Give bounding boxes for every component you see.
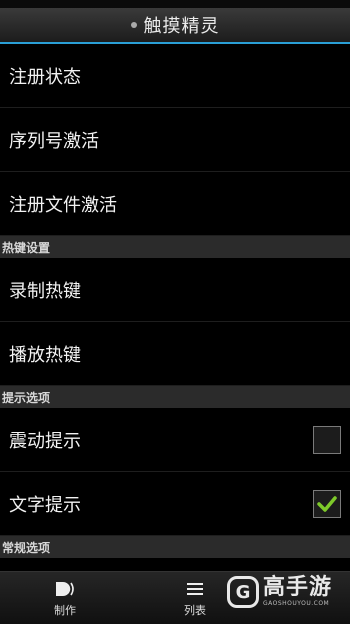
item-label: 序列号激活 bbox=[9, 130, 99, 152]
item-register-status[interactable]: 注册状态 bbox=[0, 44, 350, 108]
title-dot-icon bbox=[130, 22, 137, 28]
vibrate-checkbox[interactable] bbox=[313, 425, 341, 454]
watermark-sub: GAOSHOUYOU.COM bbox=[262, 600, 330, 607]
item-play-hotkey[interactable]: 播放热键 bbox=[0, 322, 350, 386]
page-title: 触摸精灵 bbox=[143, 16, 220, 37]
item-label: 播放热键 bbox=[9, 344, 81, 366]
list-icon bbox=[186, 578, 204, 600]
watermark-logo-icon: G bbox=[226, 576, 259, 608]
item-text-prompt[interactable]: 文字提示 bbox=[0, 472, 350, 536]
tab-label: 列表 bbox=[184, 604, 206, 617]
item-label: 注册文件激活 bbox=[9, 194, 117, 216]
item-label: 震动提示 bbox=[9, 430, 81, 452]
text-prompt-checkbox[interactable] bbox=[313, 489, 341, 518]
item-vibrate-prompt[interactable]: 震动提示 bbox=[0, 408, 350, 472]
item-serial-activate[interactable]: 序列号激活 bbox=[0, 108, 350, 172]
item-label: 文字提示 bbox=[9, 494, 81, 516]
section-header-hotkeys: 热键设置 bbox=[0, 236, 350, 258]
tab-make[interactable]: 制作 bbox=[0, 572, 130, 624]
item-record-hotkey[interactable]: 录制热键 bbox=[0, 258, 350, 322]
settings-list[interactable]: 注册状态 序列号激活 注册文件激活 热键设置 录制热键 播放热键 提示选项 震动… bbox=[0, 44, 350, 572]
checkmark-icon bbox=[317, 495, 337, 512]
tab-label: 制作 bbox=[54, 604, 76, 617]
watermark: G 高手游 GAOSHOUYOU.COM bbox=[226, 575, 332, 608]
section-header-prompts: 提示选项 bbox=[0, 386, 350, 408]
item-label: 录制热键 bbox=[9, 280, 81, 302]
title-bar: 触摸精灵 bbox=[0, 8, 350, 44]
status-bar bbox=[0, 0, 350, 8]
item-label: 注册状态 bbox=[9, 66, 81, 88]
make-icon bbox=[53, 578, 77, 600]
watermark-main: 高手游 bbox=[262, 575, 332, 600]
section-header-general: 常规选项 bbox=[0, 536, 350, 558]
item-file-activate[interactable]: 注册文件激活 bbox=[0, 172, 350, 236]
